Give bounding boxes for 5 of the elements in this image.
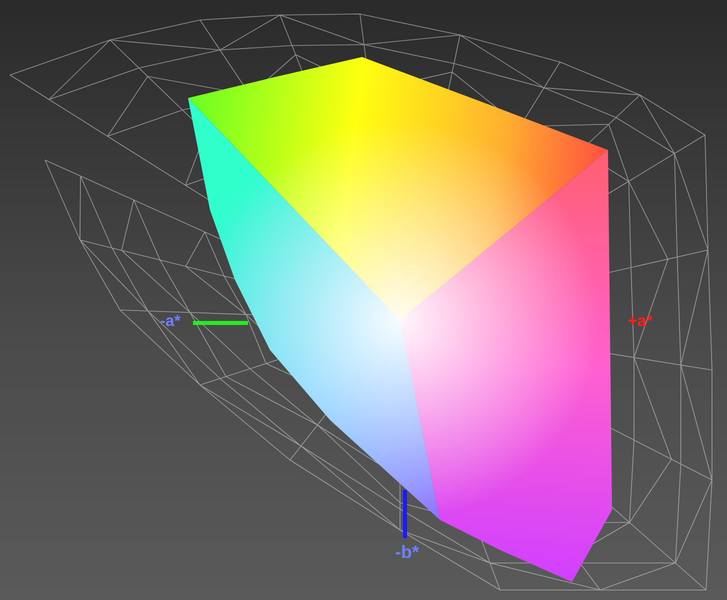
axis-label: +a* [628, 314, 652, 330]
axis-label: -a* [160, 314, 180, 330]
axis-label: -b* [395, 543, 419, 561]
axis-line [403, 490, 407, 538]
axis-line [193, 321, 248, 325]
